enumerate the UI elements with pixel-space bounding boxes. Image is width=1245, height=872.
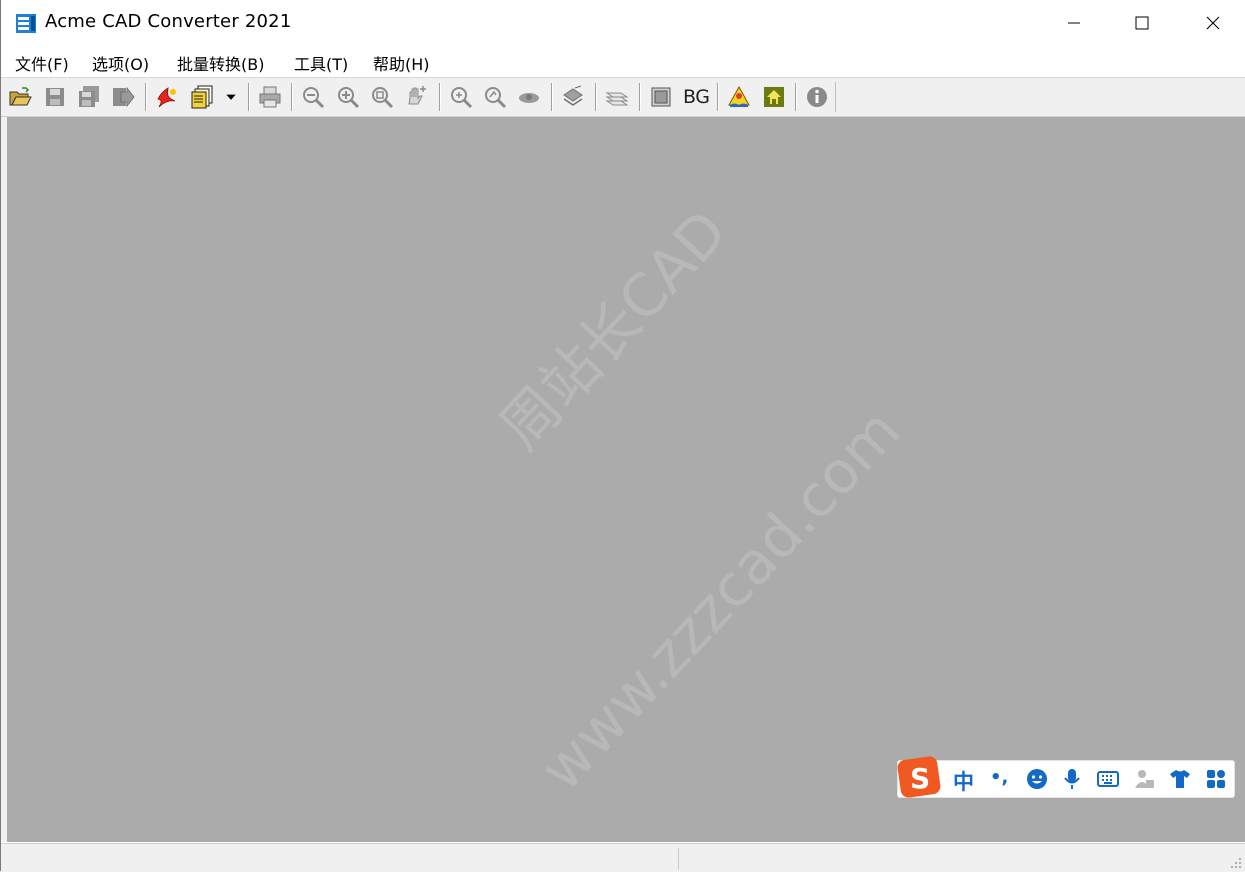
dropdown-arrow-icon: [226, 94, 236, 100]
view-button[interactable]: [515, 83, 543, 111]
zoom-out-button[interactable]: [299, 83, 327, 111]
save-all-button[interactable]: [75, 83, 103, 111]
printer-icon: [259, 86, 281, 108]
ime-mode-toggle[interactable]: 中: [953, 766, 974, 796]
zoom-previous-button[interactable]: [481, 83, 509, 111]
status-bar: [1, 843, 1245, 872]
export-button[interactable]: [109, 83, 137, 111]
ime-punctuation-toggle[interactable]: •,: [990, 767, 1008, 788]
export-icon: [113, 86, 135, 108]
grid-icon: [651, 87, 671, 107]
microphone-icon[interactable]: [1061, 768, 1083, 790]
layout-button[interactable]: [603, 83, 631, 111]
minimize-button[interactable]: [1051, 0, 1097, 46]
resize-grip-icon[interactable]: [1230, 857, 1242, 869]
toolbar-separator: [717, 83, 719, 111]
pdf-convert-icon: [157, 87, 176, 108]
app-icon: [16, 14, 36, 33]
save-icon: [46, 88, 64, 106]
app-window: Acme CAD Converter 2021 文件(F) 选项(O) 批量转换…: [0, 0, 1245, 872]
help-book-button[interactable]: [725, 83, 753, 111]
watermark-text: 周站长CAD: [486, 197, 741, 463]
maximize-button[interactable]: [1119, 0, 1165, 46]
maximize-icon: [1135, 16, 1149, 30]
title-bar[interactable]: Acme CAD Converter 2021: [1, 0, 1245, 46]
emoji-icon[interactable]: [1026, 768, 1048, 790]
save-all-icon: [79, 86, 99, 107]
stack-icon: [605, 92, 629, 106]
layers-button[interactable]: [559, 83, 587, 111]
close-button[interactable]: [1190, 0, 1236, 46]
zoom-in-button[interactable]: [334, 83, 362, 111]
home-button[interactable]: [760, 83, 788, 111]
ime-toolbar[interactable]: S 中 •,: [897, 756, 1235, 798]
drawing-canvas[interactable]: 周站长CAD www.zzzcad.com: [7, 117, 1245, 842]
toolbar-separator: [439, 83, 441, 111]
batch-convert-button[interactable]: [189, 83, 217, 111]
home-icon: [764, 87, 784, 107]
zoom-extents-icon: [451, 87, 473, 109]
toolbar-separator: [639, 83, 641, 111]
zoom-out-icon: [303, 87, 325, 109]
toolbar-separator: [551, 83, 553, 111]
zoom-previous-icon: [485, 87, 507, 109]
toolbar-separator: [795, 83, 797, 111]
about-button[interactable]: [803, 83, 831, 111]
window-title: Acme CAD Converter 2021: [45, 11, 292, 32]
documents-icon: [191, 85, 213, 109]
watermark-url: www.zzzcad.com: [527, 396, 914, 804]
print-button[interactable]: [256, 83, 284, 111]
zoom-in-icon: [338, 87, 360, 109]
menu-bar: 文件(F) 选项(O) 批量转换(B) 工具(T) 帮助(H): [1, 46, 1245, 76]
zoom-window-icon: [372, 87, 394, 109]
toolbar: BG: [1, 77, 1245, 117]
open-button[interactable]: [6, 83, 34, 111]
toolbar-separator: [145, 83, 147, 111]
toolbar-separator: [595, 83, 597, 111]
background-color-button[interactable]: BG: [683, 86, 710, 108]
keyboard-icon[interactable]: [1097, 768, 1119, 790]
convert-pdf-button[interactable]: [153, 83, 181, 111]
batch-dropdown-button[interactable]: [220, 83, 242, 111]
menu-batch-convert[interactable]: 批量转换(B): [175, 51, 266, 75]
toolbar-separator: [291, 83, 293, 111]
apps-grid-icon[interactable]: [1205, 768, 1227, 790]
menu-tools[interactable]: 工具(T): [292, 51, 350, 75]
toolbar-separator: [248, 83, 250, 111]
help-book-icon: [728, 85, 750, 107]
zoom-window-button[interactable]: [368, 83, 396, 111]
eye-icon: [519, 93, 539, 103]
user-icon[interactable]: [1133, 768, 1155, 790]
open-folder-icon: [9, 87, 32, 106]
toolbar-end-divider: [835, 82, 836, 112]
sogou-logo-icon: S: [897, 756, 941, 798]
skin-shirt-icon[interactable]: [1169, 768, 1191, 790]
menu-help[interactable]: 帮助(H): [371, 51, 432, 75]
menu-file[interactable]: 文件(F): [13, 51, 71, 75]
layers-icon: [563, 85, 583, 106]
close-icon: [1206, 16, 1220, 30]
pan-hand-icon: [408, 86, 426, 105]
info-icon: [807, 87, 827, 107]
svg-text:S: S: [910, 762, 930, 795]
pan-button[interactable]: [403, 83, 431, 111]
background-grid-button[interactable]: [647, 83, 675, 111]
minimize-icon: [1068, 22, 1080, 24]
menu-options[interactable]: 选项(O): [90, 51, 151, 75]
save-button[interactable]: [41, 83, 69, 111]
zoom-extents-button[interactable]: [447, 83, 475, 111]
status-pane-divider: [678, 848, 679, 870]
